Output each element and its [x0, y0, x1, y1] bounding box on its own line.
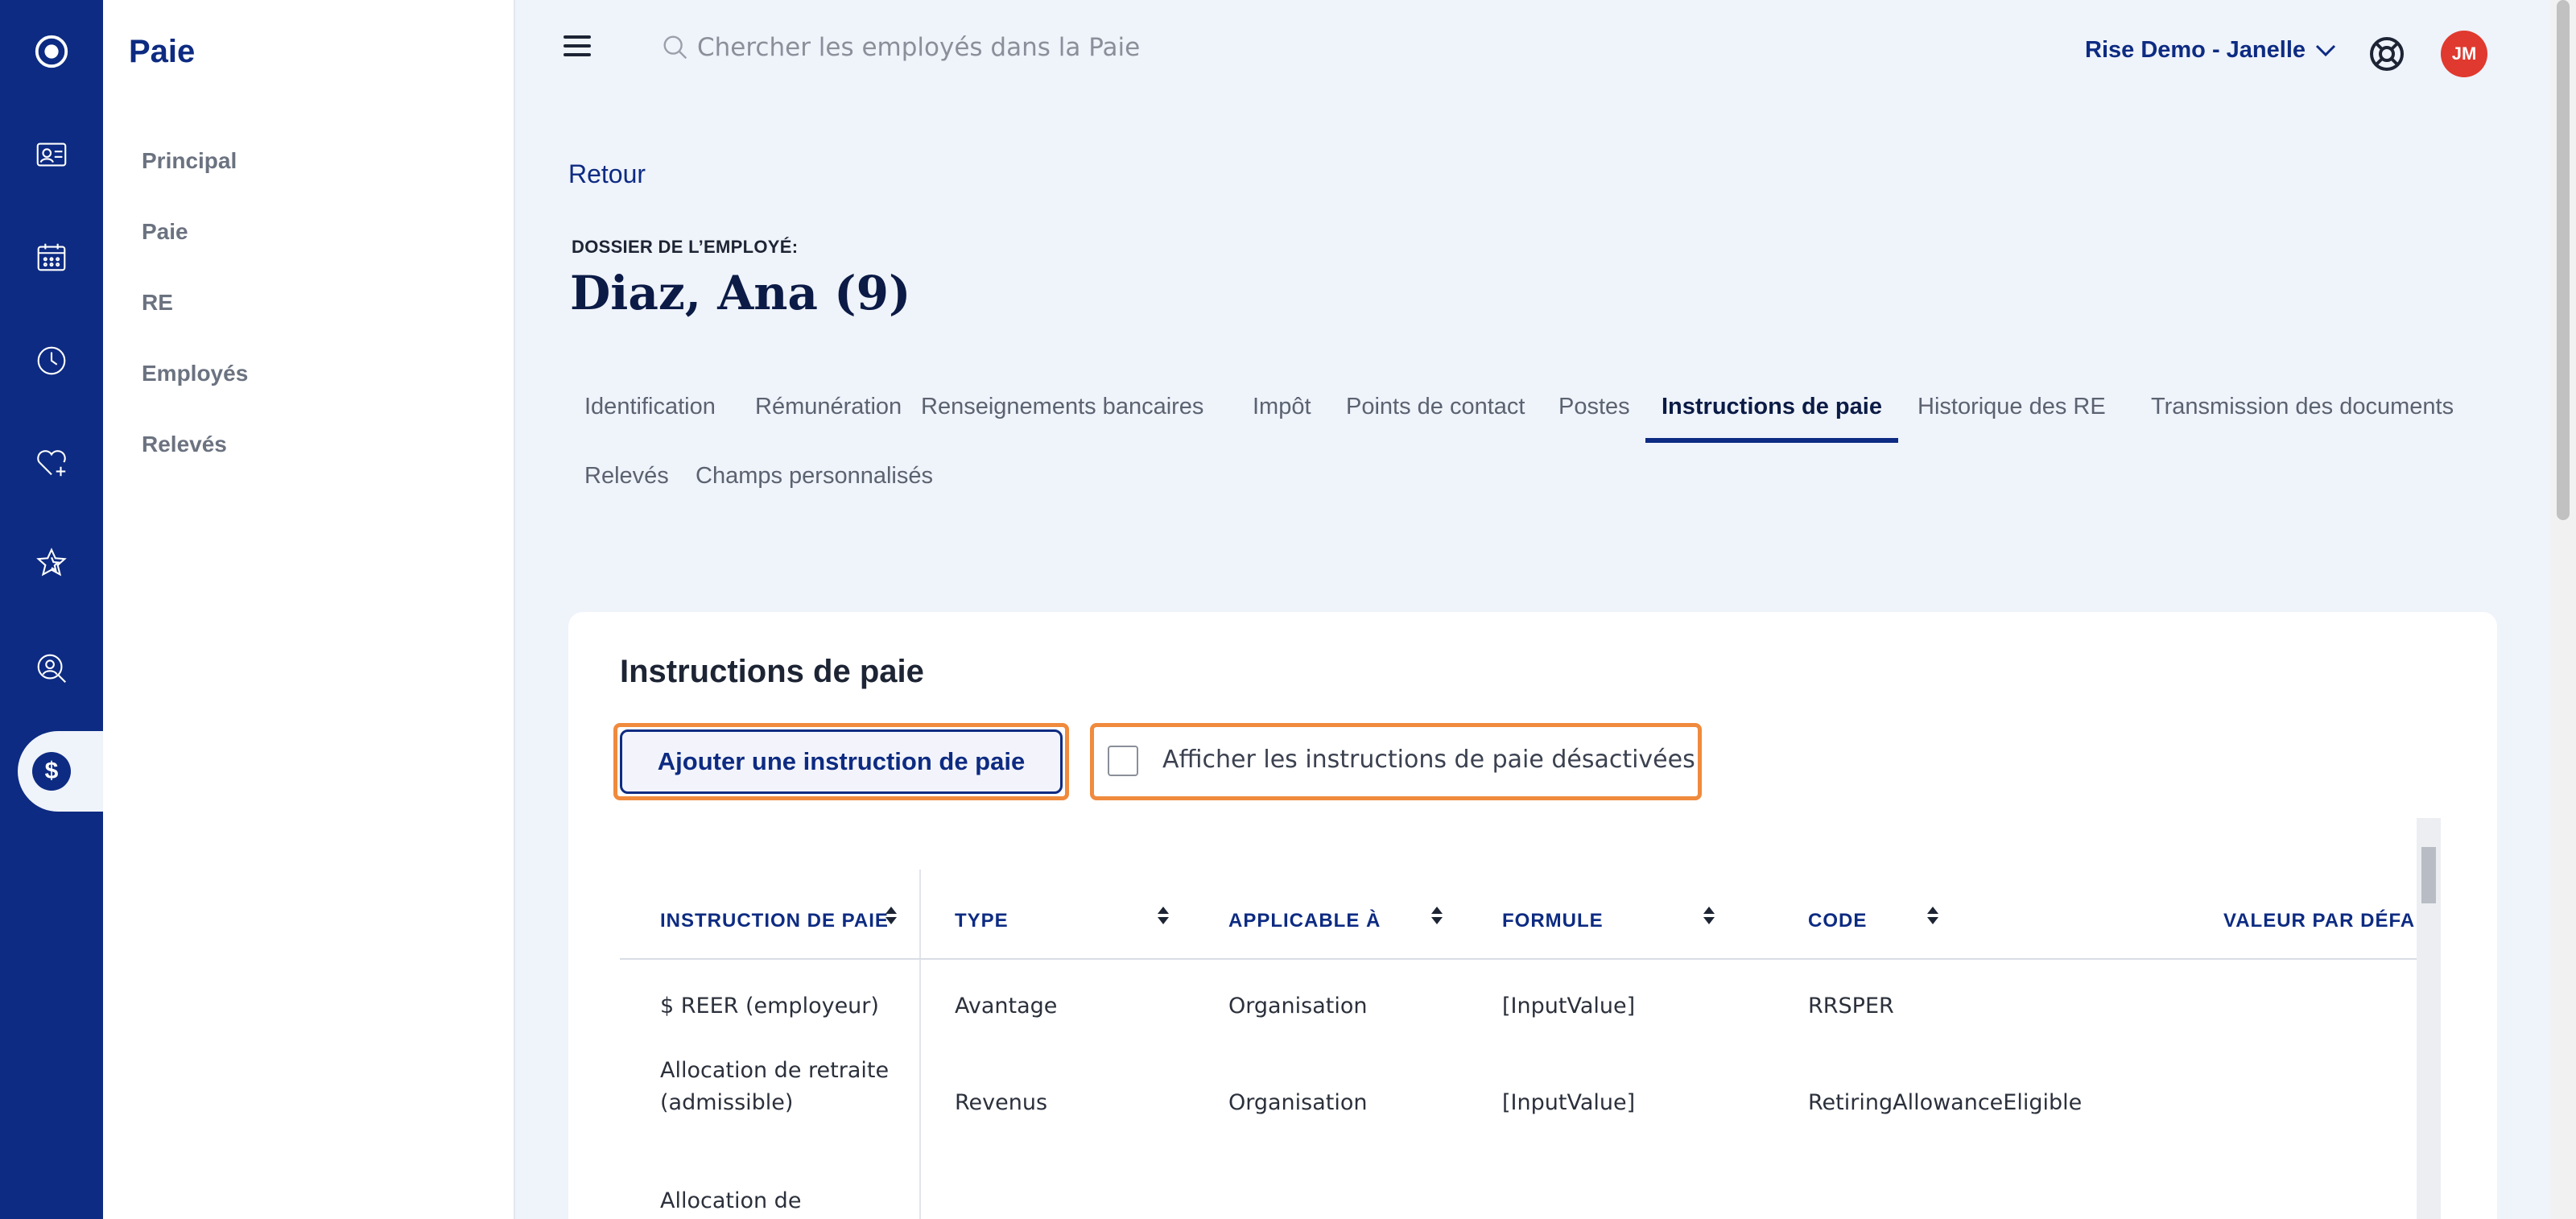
tab-historique-des-re[interactable]: Historique des RE: [1901, 378, 2122, 443]
column-header-valeur-par-defaut[interactable]: VALEUR PAR DÉFA: [2223, 910, 2415, 932]
sort-icon[interactable]: [1927, 905, 1938, 928]
cell-applicable: Organisation: [1228, 1090, 1368, 1115]
cell-instruction[interactable]: $ REER (employeur): [660, 990, 879, 1023]
icon-rail: $: [0, 0, 103, 1219]
column-header-formule[interactable]: FORMULE: [1502, 910, 1604, 932]
cell-code: RetiringAllowanceEligible: [1808, 1090, 2083, 1115]
cell-type: Avantage: [955, 994, 1058, 1019]
back-link[interactable]: Retour: [568, 159, 646, 189]
instructions-card: Instructions de paie Ajouter une instruc…: [568, 612, 2497, 1219]
sidebar: Paie Principal Paie RE Employés Relevés: [103, 0, 515, 1219]
cell-formule: [InputValue]: [1502, 1090, 1636, 1115]
cell-instruction[interactable]: Allocation de: [660, 1185, 801, 1217]
account-switcher[interactable]: Rise Demo - Janelle: [2085, 37, 2336, 64]
show-disabled-checkbox[interactable]: [1108, 746, 1138, 776]
table-scroll-thumb[interactable]: [2421, 847, 2436, 903]
search-bar: [660, 32, 1261, 63]
tab-identification[interactable]: Identification: [568, 378, 732, 443]
tab-renseignements-bancaires[interactable]: Renseignements bancaires: [905, 378, 1220, 443]
tab-instructions-de-paie[interactable]: Instructions de paie: [1645, 378, 1898, 443]
card-title: Instructions de paie: [620, 654, 924, 689]
sidebar-item-re[interactable]: RE: [142, 290, 173, 316]
sort-icon[interactable]: [1431, 905, 1443, 928]
star-icon[interactable]: [27, 539, 76, 588]
search-person-icon[interactable]: [27, 644, 76, 692]
chevron-down-icon: [2315, 44, 2336, 56]
sort-icon[interactable]: [1158, 905, 1169, 928]
tab-champs-personnalises[interactable]: Champs personnalisés: [679, 448, 949, 512]
account-label: Rise Demo - Janelle: [2085, 37, 2306, 63]
tab-postes[interactable]: Postes: [1542, 378, 1646, 443]
tab-points-de-contact[interactable]: Points de contact: [1330, 378, 1541, 443]
clock-icon[interactable]: [27, 337, 76, 385]
column-header-applicable[interactable]: APPLICABLE À: [1228, 910, 1381, 932]
cell-type: Revenus: [955, 1090, 1048, 1115]
user-avatar[interactable]: JM: [2441, 31, 2487, 77]
table-header: INSTRUCTION DE PAIE TYPE APPLICABLE À FO…: [620, 870, 2436, 960]
dollar-icon[interactable]: $: [32, 752, 71, 791]
cell-applicable: Organisation: [1228, 994, 1368, 1019]
sidebar-item-principal[interactable]: Principal: [142, 148, 237, 174]
employee-name: Diaz, Ana (9): [570, 266, 911, 320]
logo-icon[interactable]: [27, 27, 76, 76]
page-scrollbar[interactable]: [2550, 0, 2576, 1219]
instructions-table: INSTRUCTION DE PAIE TYPE APPLICABLE À FO…: [620, 870, 2436, 1219]
tab-impot[interactable]: Impôt: [1236, 378, 1327, 443]
column-header-instruction[interactable]: INSTRUCTION DE PAIE: [660, 910, 889, 932]
search-icon: [663, 35, 687, 60]
table-scrollbar[interactable]: [2417, 818, 2441, 1219]
search-input[interactable]: [697, 33, 1261, 62]
employee-card-icon[interactable]: [27, 130, 76, 179]
tab-releves[interactable]: Relevés: [568, 448, 685, 512]
cell-formule: [InputValue]: [1502, 994, 1636, 1019]
show-disabled-label[interactable]: Afficher les instructions de paie désact…: [1162, 746, 1695, 774]
calendar-icon[interactable]: [27, 233, 76, 282]
dossier-label: DOSSIER DE L’EMPLOYÉ:: [572, 237, 799, 257]
heart-plus-icon[interactable]: [27, 438, 76, 486]
column-header-code[interactable]: CODE: [1808, 910, 1867, 932]
sort-icon[interactable]: [886, 905, 897, 928]
tab-remuneration[interactable]: Rémunération: [739, 378, 918, 443]
cell-instruction[interactable]: Allocation de retraite (admissible): [660, 1055, 902, 1119]
sidebar-item-paie[interactable]: Paie: [142, 219, 188, 245]
cell-code: RRSPER: [1808, 994, 1894, 1019]
sidebar-item-employes[interactable]: Employés: [142, 361, 248, 386]
menu-icon[interactable]: [564, 35, 591, 56]
sidebar-item-releves[interactable]: Relevés: [142, 432, 227, 457]
sort-icon[interactable]: [1703, 905, 1715, 928]
column-header-type[interactable]: TYPE: [955, 910, 1009, 932]
tab-transmission-des-documents[interactable]: Transmission des documents: [2135, 378, 2470, 443]
page-scroll-thumb[interactable]: [2557, 0, 2570, 520]
add-instruction-button[interactable]: Ajouter une instruction de paie: [620, 729, 1063, 794]
help-lifebuoy-icon[interactable]: [2368, 35, 2405, 72]
sidebar-title: Paie: [129, 34, 196, 69]
